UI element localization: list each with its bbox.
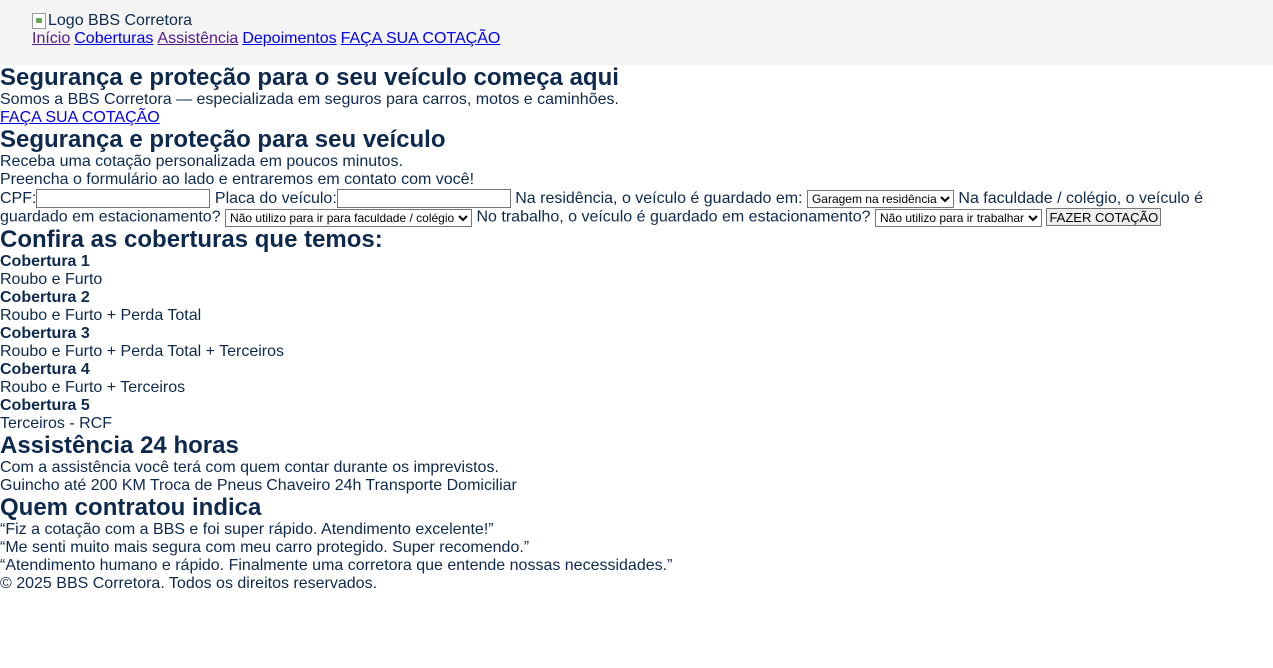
quote-form: CPF: Placa do veículo: Na residência, o … [0, 189, 1273, 227]
assistance-list: Guincho até 200 KM Troca de Pneus Chaveiro… [0, 477, 1273, 495]
testimonial-quote: “Fiz a cotação com a BBS e foi super ráp… [0, 520, 494, 538]
nav-link-depoimentos[interactable]: Depoimentos [242, 30, 336, 47]
coverage-name: Cobertura 5 [0, 396, 90, 414]
coverages-section: Confira as coberturas que temos: Cobertu… [0, 225, 1273, 433]
nav-link-assistencia[interactable]: Assistência [157, 30, 238, 47]
coverage-item: Cobertura 5 Terceiros - RCF [0, 397, 1273, 433]
assistance-item: Troca de Pneus [149, 476, 263, 494]
work-select[interactable]: Não utilizo para ir trabalhar [874, 208, 1042, 227]
testimonials-title: Quem contratou indica [0, 493, 262, 521]
coverage-desc: Roubo e Furto + Terceiros [0, 378, 186, 396]
hero-subtitle: Somos a BBS Corretora — especializada em… [0, 91, 619, 108]
school-select[interactable]: Não utilizo para ir para faculdade / col… [225, 208, 473, 227]
coverage-name: Cobertura 2 [0, 288, 90, 306]
submit-quote-button[interactable]: FAZER COTAÇÃO [1046, 208, 1162, 226]
footer-copyright: © 2025 BBS Corretora. Todos os direitos … [0, 574, 378, 592]
assistance-title: Assistência 24 horas [0, 431, 239, 459]
coverage-desc: Roubo e Furto + Perda Total + Terceiros [0, 342, 285, 360]
nav-link-coberturas[interactable]: Coberturas [74, 30, 153, 47]
coverage-item: Cobertura 2 Roubo e Furto + Perda Total [0, 289, 1273, 325]
quote-section: Segurança e proteção para seu veículo Re… [0, 127, 1273, 227]
logo-alt-text: Logo BBS Corretora [48, 12, 193, 29]
plate-input[interactable] [336, 189, 511, 208]
nav-link-inicio[interactable]: Início [32, 30, 70, 47]
hero-section: Segurança e proteção para o seu veículo … [0, 65, 1273, 127]
coverage-item: Cobertura 1 Roubo e Furto [0, 253, 1273, 289]
coverage-desc: Roubo e Furto + Perda Total [0, 306, 202, 324]
plate-label: Placa do veículo: [214, 190, 337, 207]
main-nav: Início Coberturas Assistência Depoimentos FA… [32, 30, 1241, 48]
coverage-item: Cobertura 3 Roubo e Furto + Perda Total … [0, 325, 1273, 361]
cpf-input[interactable] [36, 189, 211, 208]
coverage-name: Cobertura 4 [0, 360, 90, 378]
logo[interactable]: Logo BBS Corretora [32, 12, 1241, 30]
coverage-name: Cobertura 3 [0, 324, 90, 342]
residence-select[interactable]: Garagem na residência [806, 190, 954, 208]
site-footer: © 2025 BBS Corretora. Todos os direitos … [0, 575, 1273, 593]
coverage-item: Cobertura 4 Roubo e Furto + Terceiros [0, 361, 1273, 397]
assistance-item: Guincho até 200 KM [0, 476, 146, 494]
broken-image-icon [32, 13, 46, 29]
assistance-text: Com a assistência você terá com quem con… [0, 458, 499, 476]
nav-link-cotacao[interactable]: FAÇA SUA COTAÇÃO [341, 30, 501, 47]
testimonials-section: Quem contratou indica “Fiz a cotação com… [0, 493, 1273, 575]
work-label: No trabalho, o veículo é guardado em est… [476, 208, 871, 226]
hero-cta-link[interactable]: FAÇA SUA COTAÇÃO [0, 109, 160, 126]
assistance-section: Assistência 24 horas Com a assistência v… [0, 431, 1273, 495]
cpf-label: CPF: [0, 190, 37, 207]
coverage-name: Cobertura 1 [0, 252, 90, 270]
hero-title: Segurança e proteção para o seu veículo … [0, 64, 619, 91]
site-header: Logo BBS Corretora Início Coberturas Assis… [0, 0, 1273, 65]
coverage-desc: Roubo e Furto [0, 270, 103, 288]
quote-line-1: Receba uma cotação personalizada em pouc… [0, 153, 403, 170]
quote-line-2: Preencha o formulário ao lado e entrarem… [0, 171, 475, 188]
residence-label: Na residência, o veículo é guardado em: [515, 190, 803, 207]
coverages-title: Confira as coberturas que temos: [0, 225, 383, 253]
assistance-item: Transporte Domiciliar [365, 476, 517, 494]
quote-title: Segurança e proteção para seu veículo [0, 126, 446, 153]
testimonial-quote: “Atendimento humano e rápido. Finalmente… [0, 556, 673, 574]
assistance-item: Chaveiro 24h [266, 476, 362, 494]
testimonial-quote: “Me senti muito mais segura com meu carr… [0, 538, 530, 556]
coverage-desc: Terceiros - RCF [0, 414, 113, 432]
